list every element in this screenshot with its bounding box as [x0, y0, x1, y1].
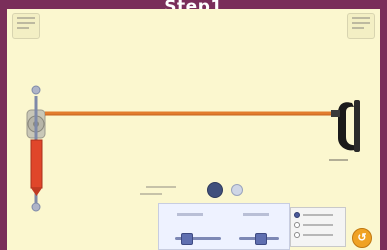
- end-option-2[interactable]: [294, 222, 342, 228]
- end-option-1[interactable]: [294, 212, 342, 218]
- play-icon[interactable]: [207, 182, 223, 198]
- slider-panel: [158, 203, 290, 250]
- rod-bottom-cap: [31, 202, 41, 212]
- radio-icon[interactable]: [294, 232, 300, 238]
- clamp-jaw: [354, 100, 360, 152]
- end-option-3[interactable]: [294, 232, 342, 238]
- damping-slider-thumb[interactable]: [181, 233, 193, 245]
- clamp-screw: [331, 110, 340, 117]
- end-option-text: [303, 214, 333, 216]
- end-option-text: [303, 234, 333, 236]
- radio-selected-icon[interactable]: [294, 212, 300, 218]
- rod-top-cap: [31, 85, 41, 95]
- end-option-text: [303, 224, 333, 226]
- tension-slider-thumb[interactable]: [255, 233, 267, 245]
- reset-icon[interactable]: ↺: [352, 228, 372, 248]
- step-icon[interactable]: [231, 184, 243, 196]
- piston-tip: [31, 188, 42, 196]
- oscillator-piston[interactable]: [30, 139, 43, 189]
- end-options-panel: [290, 207, 346, 247]
- radio-icon[interactable]: [294, 222, 300, 228]
- damping-label: [177, 213, 203, 216]
- tension-label: [243, 213, 269, 216]
